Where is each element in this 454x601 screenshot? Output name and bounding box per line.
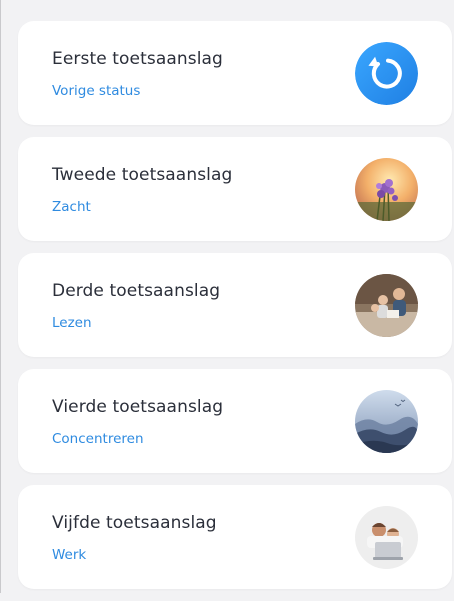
item-subtitle: Werk [52, 547, 87, 563]
list-item-fourth-keypress[interactable]: Vierde toetsaanslag Concentreren [18, 369, 452, 473]
app-frame: Eerste toetsaanslag Vorige status Tweede… [0, 0, 454, 593]
flowers-image [355, 158, 418, 221]
keypress-list: Eerste toetsaanslag Vorige status Tweede… [18, 21, 452, 601]
list-item-second-keypress[interactable]: Tweede toetsaanslag Zacht [18, 137, 452, 241]
laptop-work-image [355, 506, 418, 569]
item-title: Vijfde toetsaanslag [52, 513, 217, 533]
list-item-fifth-keypress[interactable]: Vijfde toetsaanslag Werk [18, 485, 452, 589]
restore-icon [355, 42, 418, 105]
item-title: Vierde toetsaanslag [52, 397, 224, 417]
item-subtitle: Concentreren [52, 431, 144, 447]
item-title: Derde toetsaanslag [52, 281, 221, 301]
item-subtitle: Vorige status [52, 83, 141, 99]
item-title: Tweede toetsaanslag [52, 165, 233, 185]
list-item-first-keypress[interactable]: Eerste toetsaanslag Vorige status [18, 21, 452, 125]
family-reading-image [355, 274, 418, 337]
item-subtitle: Zacht [52, 199, 91, 215]
item-title: Eerste toetsaanslag [52, 49, 223, 69]
item-subtitle: Lezen [52, 315, 92, 331]
misty-forest-image [355, 390, 418, 453]
list-item-third-keypress[interactable]: Derde toetsaanslag Lezen [18, 253, 452, 357]
